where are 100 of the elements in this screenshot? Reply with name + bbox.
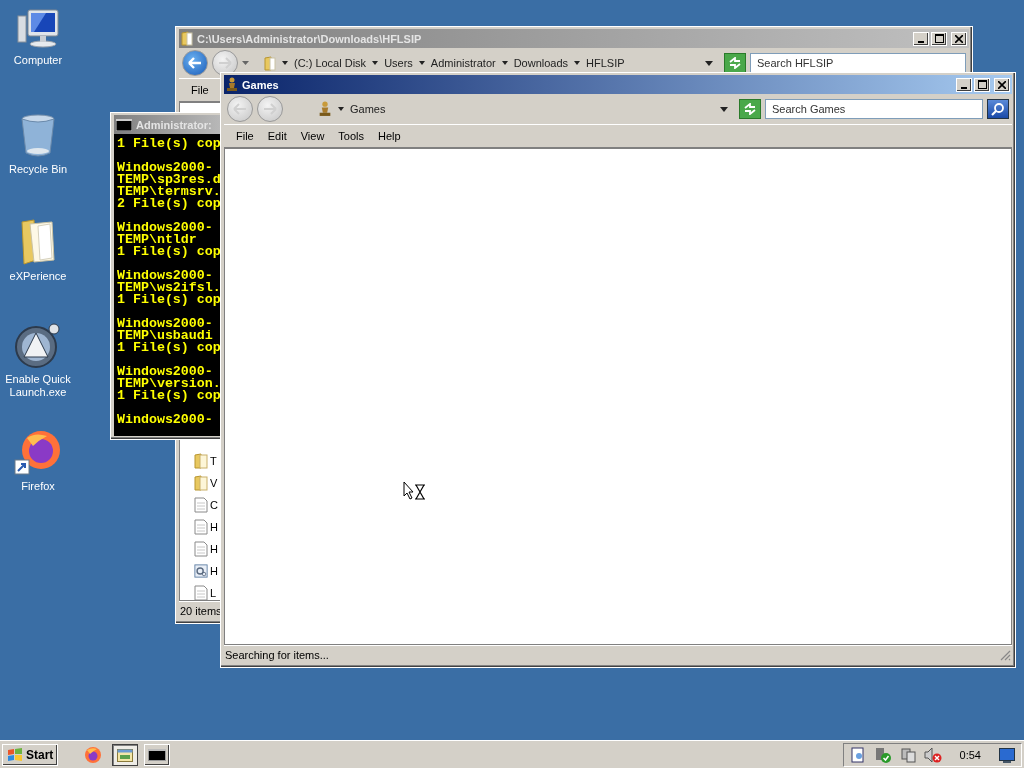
console-line: TEMP\version. <box>117 376 221 391</box>
caret-icon[interactable] <box>501 61 508 65</box>
console-line: Windows2000- <box>117 316 213 331</box>
maximize-icon <box>934 34 944 43</box>
close-icon <box>955 34 963 43</box>
file-name[interactable]: C <box>210 499 218 511</box>
folder-icon[interactable] <box>20 218 56 266</box>
forward-arrow-icon <box>263 103 277 115</box>
menu-item[interactable]: View <box>300 130 325 142</box>
window-title: Administrator: <box>136 118 212 131</box>
refresh-icon <box>728 57 742 69</box>
maximize-button[interactable] <box>974 77 990 92</box>
search-icon <box>991 102 1005 116</box>
folder-icon <box>194 453 208 469</box>
close-icon <box>998 80 1006 89</box>
console-icon <box>116 118 132 131</box>
caret-icon[interactable] <box>338 107 344 111</box>
console-line: 1 File(s) cop <box>117 244 221 259</box>
folder-icon <box>194 475 208 491</box>
refresh-button[interactable] <box>739 99 761 119</box>
search-button[interactable] <box>987 99 1009 119</box>
menu-item[interactable]: Edit <box>267 130 287 142</box>
minimize-button[interactable] <box>956 77 972 92</box>
settings-file-icon <box>194 564 208 578</box>
desktop-icon-label[interactable]: eXPerience <box>0 270 76 283</box>
show-desktop-icon[interactable] <box>999 746 1015 763</box>
chess-piece-icon <box>318 101 332 117</box>
minimize-icon <box>918 40 924 43</box>
security-check-icon[interactable] <box>873 746 892 763</box>
refresh-button[interactable] <box>724 53 746 73</box>
folder-icon <box>181 31 193 46</box>
console-line: TEMP\ws2ifsl. <box>117 280 221 295</box>
document-icon <box>194 541 208 557</box>
back-button[interactable] <box>182 50 208 76</box>
menu-item[interactable]: File <box>236 130 254 142</box>
muted-speaker-icon[interactable] <box>923 746 942 763</box>
app-icon[interactable] <box>14 323 62 369</box>
console-line: 1 File(s) cop <box>117 136 221 151</box>
caret-icon[interactable] <box>282 61 288 65</box>
caret-icon[interactable] <box>418 61 425 65</box>
firefox-icon[interactable] <box>13 428 63 476</box>
network-icon[interactable] <box>899 746 916 763</box>
forward-arrow-icon <box>218 57 232 69</box>
file-name[interactable]: H <box>210 565 218 577</box>
explorer-taskbar-button[interactable] <box>112 743 139 766</box>
window-title: C:\Users\Administrator\Downloads\HFLSIP <box>197 32 422 45</box>
breadcrumb-item[interactable]: (C:) Local Disk <box>294 57 367 69</box>
desktop-icon-label[interactable]: Firefox <box>0 480 76 493</box>
console-line: Windows2000- <box>117 364 213 379</box>
search-field[interactable]: Search Games <box>765 99 983 119</box>
chess-piece-icon <box>226 77 238 92</box>
resize-grip-icon[interactable] <box>999 649 1011 661</box>
minimize-icon <box>961 86 967 89</box>
computer-icon[interactable] <box>16 8 60 50</box>
status-text: Searching for items... <box>225 649 329 661</box>
clock[interactable]: 0:54 <box>959 748 981 761</box>
desktop-icon-label[interactable]: Enable Quick Launch.exe <box>0 373 76 399</box>
menu-item[interactable]: File <box>191 84 209 96</box>
recycle-bin-icon[interactable] <box>20 113 56 159</box>
console-line: TEMP\sp3res.d <box>117 172 221 187</box>
caret-icon[interactable] <box>372 61 379 65</box>
folder-window-icon <box>117 747 134 762</box>
file-name[interactable]: T <box>210 455 217 467</box>
console-line: 2 File(s) cop <box>117 196 221 211</box>
console-line: Windows2000- <box>117 412 213 427</box>
console-line: Windows2000- <box>117 220 213 235</box>
menu-item[interactable]: Help <box>378 130 401 142</box>
file-name[interactable]: V <box>210 477 218 489</box>
window-title: Games <box>242 78 279 91</box>
console-line: Windows2000- <box>117 268 213 283</box>
back-arrow-icon <box>188 57 202 69</box>
breadcrumb-item[interactable]: Administrator <box>430 57 496 69</box>
file-name[interactable]: L <box>210 587 217 599</box>
file-name[interactable]: H <box>210 521 218 533</box>
console-line: 1 File(s) cop <box>117 388 221 403</box>
dropdown-caret-icon[interactable] <box>705 60 713 66</box>
close-button[interactable] <box>994 77 1010 92</box>
console-line: Windows2000- <box>117 160 213 175</box>
menu-item[interactable]: Tools <box>338 130 365 142</box>
document-icon <box>194 497 208 513</box>
console-line: TEMP\ntldr <box>117 232 197 247</box>
document-icon <box>194 519 208 535</box>
desktop-icon-label[interactable]: Computer <box>0 54 76 67</box>
firefox-icon[interactable] <box>84 745 103 764</box>
console-taskbar-button[interactable] <box>144 743 171 766</box>
console-line: 1 File(s) cop <box>117 292 221 307</box>
desktop-icon-label[interactable]: Recycle Bin <box>0 163 76 176</box>
file-name[interactable]: H <box>210 543 218 555</box>
dropdown-caret-icon[interactable] <box>720 106 728 112</box>
caret-icon[interactable] <box>574 61 581 65</box>
refresh-icon <box>743 103 757 115</box>
document-search-icon[interactable] <box>849 746 866 763</box>
breadcrumb-item[interactable]: Users <box>384 57 413 69</box>
maximize-icon <box>977 80 987 89</box>
breadcrumb-item[interactable]: Games <box>350 103 386 115</box>
start-button[interactable]: Start <box>2 743 59 766</box>
console-line: 1 File(s) cop <box>117 340 221 355</box>
breadcrumb-item[interactable]: HFLSIP <box>586 57 625 69</box>
search-field[interactable]: Search HFLSIP <box>750 53 966 73</box>
breadcrumb-item[interactable]: Downloads <box>513 57 569 69</box>
